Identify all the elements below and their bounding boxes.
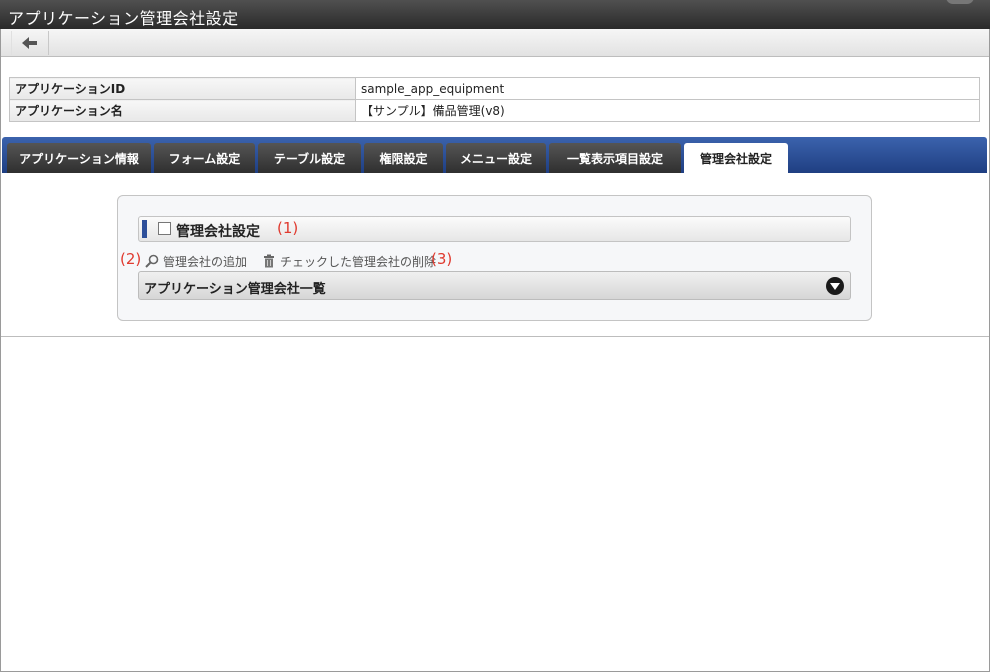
- company-list-title: アプリケーション管理会社一覧: [144, 282, 326, 297]
- company-list-header[interactable]: アプリケーション管理会社一覧: [138, 271, 851, 300]
- delete-checked-label: チェックした管理会社の削除: [280, 254, 437, 269]
- app-info-table: アプリケーションID sample_app_equipment アプリケーション…: [9, 77, 980, 122]
- tab-bar: アプリケーション情報 フォーム設定 テーブル設定 権限設定 メニュー設定 一覧表…: [2, 137, 987, 173]
- chevron-down-circle-icon[interactable]: [826, 277, 844, 295]
- window-title: アプリケーション管理会社設定: [8, 9, 239, 28]
- add-company-link[interactable]: 管理会社の追加: [145, 253, 247, 269]
- title-bar: アプリケーション管理会社設定: [0, 0, 990, 29]
- tab-table-settings[interactable]: テーブル設定: [258, 143, 361, 173]
- tab-company-settings[interactable]: 管理会社設定: [684, 143, 788, 173]
- annotation-1: (1): [277, 219, 299, 237]
- tab-list-columns[interactable]: 一覧表示項目設定: [549, 143, 681, 173]
- table-row: アプリケーション名 【サンプル】備品管理(v8): [9, 99, 980, 122]
- annotation-3: (3): [431, 250, 453, 268]
- section-title: 管理会社設定: [176, 224, 260, 240]
- add-company-label: 管理会社の追加: [163, 254, 248, 269]
- annotation-2: (2): [120, 250, 142, 268]
- table-row: アプリケーションID sample_app_equipment: [9, 77, 980, 100]
- search-icon: [145, 254, 159, 268]
- tab-menu-settings[interactable]: メニュー設定: [446, 143, 546, 173]
- app-name-value: 【サンプル】備品管理(v8): [355, 99, 980, 122]
- section-header: 管理会社設定: [138, 216, 851, 242]
- toolbar: [1, 29, 989, 57]
- app-id-value: sample_app_equipment: [355, 77, 980, 100]
- app-id-label: アプリケーションID: [9, 77, 356, 100]
- tab-form-settings[interactable]: フォーム設定: [154, 143, 255, 173]
- delete-checked-link[interactable]: チェックした管理会社の削除: [262, 253, 436, 269]
- content-divider: [1, 336, 989, 337]
- app-name-label: アプリケーション名: [9, 99, 356, 122]
- tab-permission-settings[interactable]: 権限設定: [364, 143, 443, 173]
- back-button[interactable]: [11, 31, 49, 55]
- titlebar-corner: [946, 0, 974, 4]
- trash-icon: [264, 254, 274, 268]
- tab-app-info[interactable]: アプリケーション情報: [7, 143, 151, 173]
- select-all-checkbox[interactable]: [158, 222, 171, 235]
- back-arrow-icon: [22, 37, 37, 49]
- section-accent-bar: [142, 220, 147, 238]
